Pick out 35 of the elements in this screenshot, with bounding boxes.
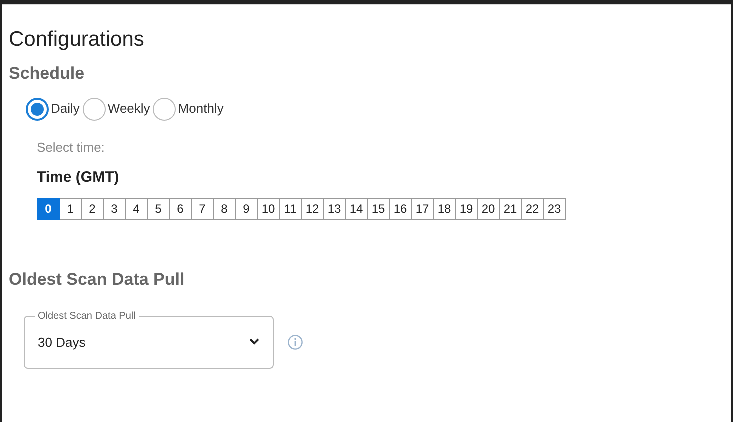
field-label: Oldest Scan Data Pull [37,310,137,323]
hour-cell[interactable]: 0 [37,198,60,220]
radio-option[interactable]: Monthly [153,98,224,121]
hour-cell[interactable]: 5 [147,198,170,220]
section-heading: Oldest Scan Data Pull [9,270,186,290]
hour-cell[interactable]: 20 [477,198,500,220]
radio-option[interactable]: Weekly [82,98,150,121]
hour-cell[interactable]: 17 [411,198,434,220]
hour-cell[interactable]: 15 [367,198,390,220]
hour-cell[interactable]: 18 [433,198,456,220]
hour-cell[interactable]: 11 [279,198,302,220]
hour-cell[interactable]: 21 [499,198,522,220]
page-title: Configurations [9,27,146,52]
hour-cell[interactable]: 4 [125,198,148,220]
hour-cell[interactable]: 22 [521,198,544,220]
hour-cell[interactable]: 6 [169,198,192,220]
select-value: 30 Days [38,334,86,352]
radio-option[interactable]: Daily [26,98,80,121]
hour-cell[interactable]: 1 [59,198,82,220]
hour-cell[interactable]: 2 [81,198,104,220]
hour-cell[interactable]: 12 [301,198,324,220]
section-heading: Schedule [9,64,86,85]
hour-cell[interactable]: 14 [345,198,368,220]
hour-cell[interactable]: 23 [543,198,566,220]
hour-cell[interactable]: 9 [235,198,258,220]
hour-cell[interactable]: 8 [213,198,236,220]
hour-cell[interactable]: 13 [323,198,346,220]
hour-cell[interactable]: 16 [389,198,412,220]
hour-cell[interactable]: 3 [103,198,126,220]
select-field[interactable]: Oldest Scan Data Pull 30 Days [24,310,274,369]
hour-cell[interactable]: 10 [257,198,280,220]
time-label: Time (GMT) [37,168,120,188]
hour-cell[interactable]: 7 [191,198,214,220]
hint-text: Select time: [37,138,106,157]
hour-cell[interactable]: 19 [455,198,478,220]
